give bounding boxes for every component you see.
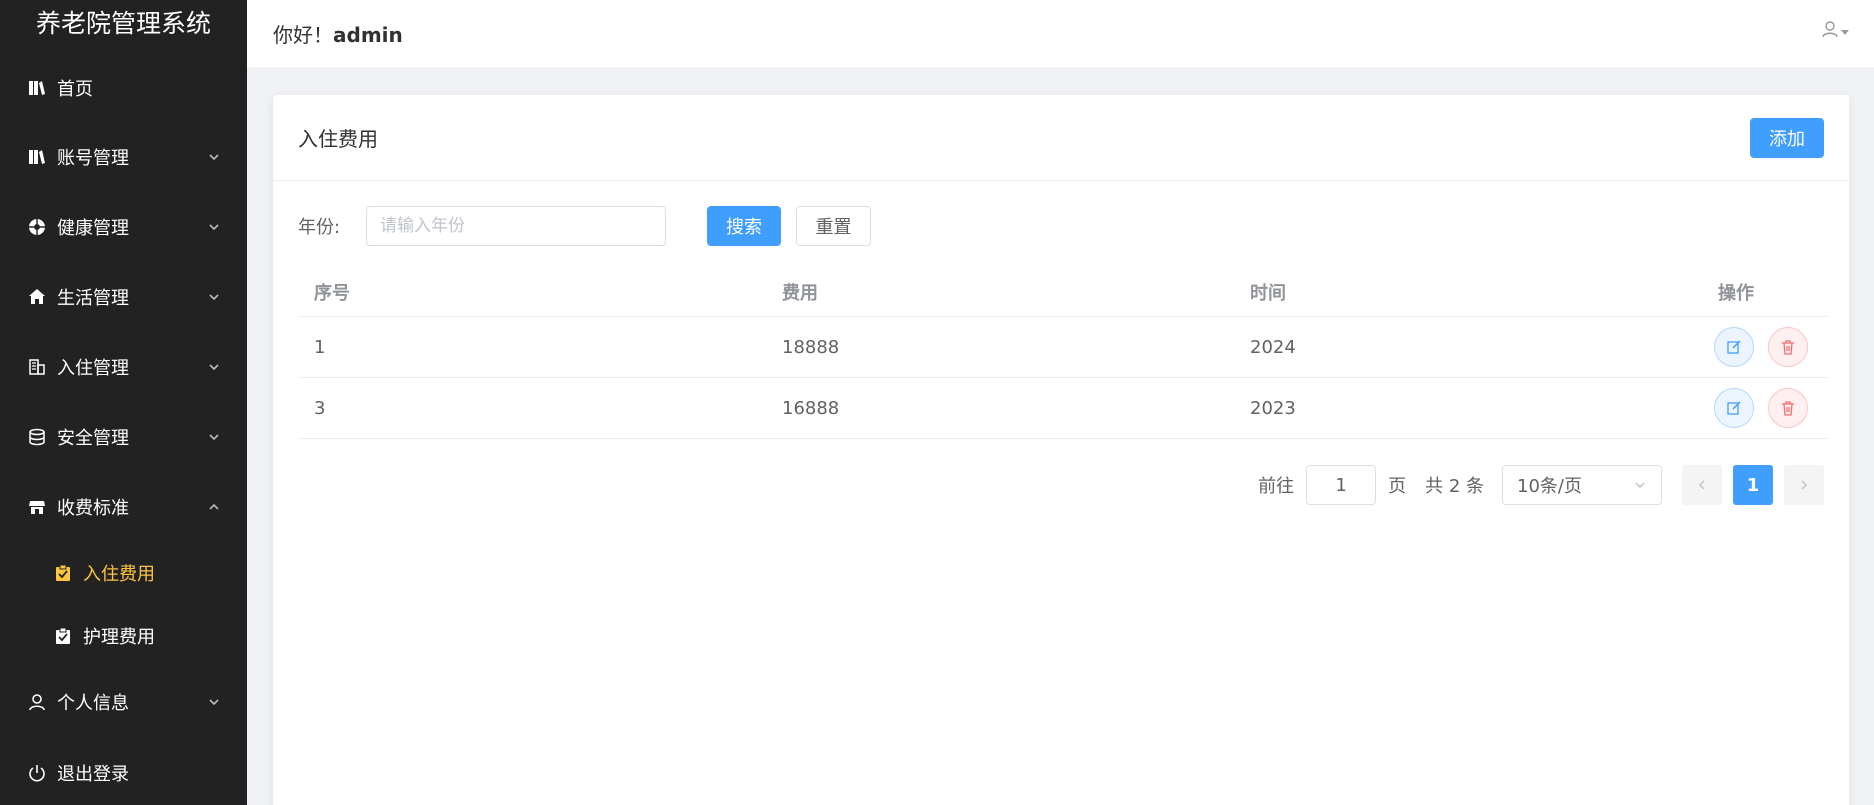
- prev-page-button[interactable]: [1682, 465, 1722, 505]
- column-header-time: 时间: [1250, 282, 1286, 304]
- table-row: 3 16888 2023: [298, 378, 1828, 439]
- office-building-icon: [26, 356, 48, 378]
- sidebar-item-label: 退出登录: [57, 764, 129, 785]
- delete-button[interactable]: [1768, 327, 1808, 367]
- page-unit-label: 页: [1388, 476, 1407, 497]
- year-label: 年份:: [298, 217, 341, 238]
- chevron-down-icon: [1635, 482, 1645, 489]
- cell-year: 2024: [1250, 336, 1296, 358]
- page-size-select[interactable]: 10条/页: [1502, 465, 1662, 505]
- user-icon: [26, 691, 48, 713]
- edit-button[interactable]: [1714, 327, 1754, 367]
- card-header: 入住费用 添加: [273, 95, 1849, 181]
- year-search-input[interactable]: [366, 206, 666, 246]
- page-size-value: 10条/页: [1517, 476, 1582, 497]
- sidebar-item-health[interactable]: 健康管理: [0, 197, 247, 257]
- book-icon: [26, 146, 48, 168]
- sidebar-item-account[interactable]: 账号管理: [0, 127, 247, 187]
- trash-icon: [1782, 401, 1794, 416]
- user-icon: [1821, 20, 1839, 42]
- edit-button[interactable]: [1714, 388, 1754, 428]
- sidebar-item-checkin[interactable]: 入住管理: [0, 337, 247, 397]
- sidebar-item-label: 健康管理: [57, 218, 129, 239]
- total-count: 共 2 条: [1425, 476, 1484, 497]
- chevron-down-icon: [203, 216, 225, 238]
- caret-down-icon: [1840, 22, 1850, 41]
- sidebar-item-logout[interactable]: 退出登录: [0, 743, 247, 803]
- chevron-down-icon: [203, 356, 225, 378]
- column-header-id: 序号: [314, 282, 350, 304]
- table-row: 1 18888 2024: [298, 317, 1828, 378]
- greeting-text: 你好！: [273, 23, 333, 47]
- sidebar-item-label: 安全管理: [57, 428, 129, 449]
- sidebar: 养老院管理系统 首页 账号管理 健康管理 生活管理 入住管理 安全管理 收费标准…: [0, 0, 247, 805]
- chevron-left-icon: [1698, 480, 1705, 490]
- book-icon: [26, 77, 48, 99]
- shop-icon: [26, 496, 48, 518]
- column-header-actions: 操作: [1718, 282, 1754, 304]
- next-page-button[interactable]: [1784, 465, 1824, 505]
- row-actions: [1702, 327, 1828, 367]
- cell-id: 1: [314, 336, 326, 358]
- goto-label: 前往: [1258, 476, 1295, 497]
- sidebar-item-profile[interactable]: 个人信息: [0, 672, 247, 732]
- page-title: 入住费用: [298, 127, 378, 151]
- edit-icon: [1727, 401, 1741, 415]
- user-menu[interactable]: [1821, 20, 1850, 42]
- sidebar-item-life[interactable]: 生活管理: [0, 267, 247, 327]
- sidebar-item-label: 生活管理: [57, 288, 129, 309]
- table-header: 序号 费用 时间 操作: [298, 267, 1828, 317]
- add-button[interactable]: 添加: [1750, 118, 1824, 158]
- sidebar-subitem-label: 入住费用: [83, 564, 155, 585]
- content-card: 入住费用 添加 年份: 搜索 重置 序号 费用 时间 操作 1 18888 20…: [273, 95, 1849, 805]
- app-brand: 养老院管理系统: [35, 9, 211, 38]
- chevron-right-icon: [1801, 480, 1808, 490]
- sidebar-subitem-nursing-fee[interactable]: 护理费用: [0, 606, 247, 666]
- edit-icon: [1727, 340, 1741, 354]
- pagination: 前往 1 页 共 2 条 10条/页 1: [1258, 465, 1824, 505]
- sidebar-item-fees[interactable]: 收费标准: [0, 477, 247, 537]
- delete-button[interactable]: [1768, 388, 1808, 428]
- sidebar-subitem-label: 护理费用: [83, 627, 155, 648]
- chevron-down-icon: [203, 426, 225, 448]
- sidebar-item-label: 首页: [57, 79, 93, 100]
- sidebar-item-label: 个人信息: [57, 693, 129, 714]
- page-number-button[interactable]: 1: [1733, 465, 1773, 505]
- sidebar-item-home[interactable]: 首页: [0, 58, 247, 118]
- reset-button[interactable]: 重置: [796, 206, 871, 246]
- aperture-icon: [26, 216, 48, 238]
- search-button[interactable]: 搜索: [707, 206, 781, 246]
- greeting: 你好！admin: [273, 19, 403, 48]
- cell-id: 3: [314, 397, 326, 419]
- cell-fee: 18888: [782, 336, 840, 358]
- chevron-up-icon: [203, 496, 225, 518]
- chevron-down-icon: [203, 286, 225, 308]
- fee-table: 序号 费用 时间 操作 1 18888 2024 3 16888 2023: [298, 267, 1828, 439]
- column-header-fee: 费用: [782, 282, 818, 304]
- power-icon: [26, 762, 48, 784]
- home-icon: [26, 286, 48, 308]
- clipboard-check-icon: [52, 625, 74, 647]
- sidebar-item-label: 收费标准: [57, 498, 129, 519]
- cell-year: 2023: [1250, 397, 1296, 419]
- row-actions: [1702, 388, 1828, 428]
- cell-fee: 16888: [782, 397, 840, 419]
- database-icon: [26, 426, 48, 448]
- sidebar-item-security[interactable]: 安全管理: [0, 407, 247, 467]
- search-form: 年份: 搜索 重置: [298, 206, 1828, 246]
- trash-icon: [1782, 340, 1794, 355]
- chevron-down-icon: [203, 146, 225, 168]
- username: admin: [333, 23, 403, 47]
- sidebar-item-label: 入住管理: [57, 358, 129, 379]
- top-header: 你好！admin: [247, 0, 1874, 67]
- page-jump-input[interactable]: 1: [1306, 465, 1377, 505]
- sidebar-item-label: 账号管理: [57, 148, 129, 169]
- clipboard-check-icon: [52, 562, 74, 584]
- sidebar-subitem-checkin-fee[interactable]: 入住费用: [0, 543, 247, 603]
- chevron-down-icon: [203, 691, 225, 713]
